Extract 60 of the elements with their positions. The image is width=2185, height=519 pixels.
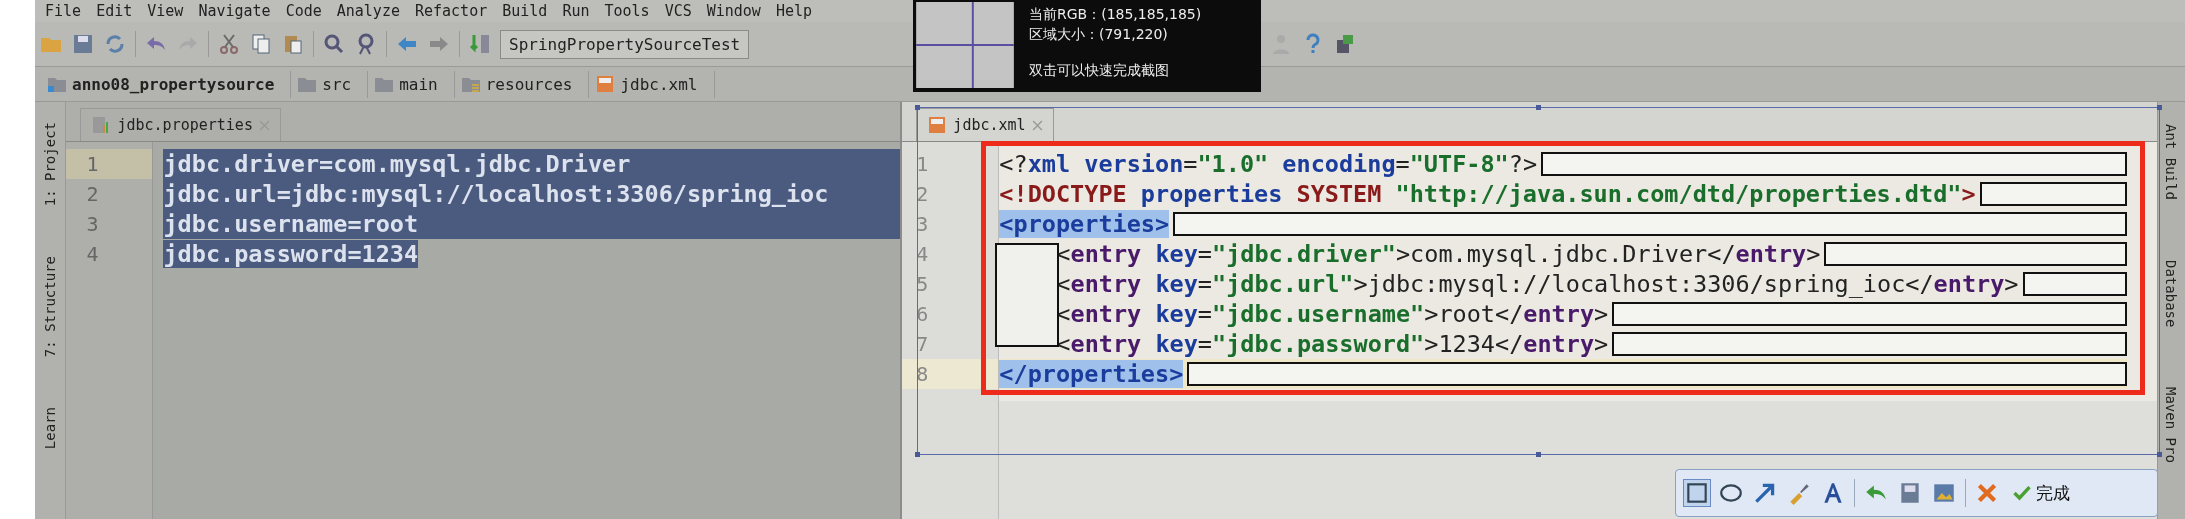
- xml-file-icon: [927, 115, 948, 135]
- menu-item[interactable]: Analyze: [336, 2, 400, 20]
- magnifier-crosshair-icon: [915, 2, 1015, 88]
- tool-window-tab[interactable]: 7: Structure: [42, 256, 59, 358]
- menu-item[interactable]: Navigate: [198, 2, 271, 20]
- tooltip-text: 双击可以快速完成截图: [1029, 61, 1170, 80]
- tooltip-text: 当前RGB：(185,185,185): [1029, 5, 1202, 24]
- tool-window-tab[interactable]: Ant Build: [2163, 124, 2180, 200]
- module-folder-icon: [47, 75, 67, 93]
- folder-icon: [374, 75, 395, 93]
- line-number: 2: [85, 181, 100, 208]
- menu-item[interactable]: Code: [285, 2, 322, 20]
- rectangle-tool-icon[interactable]: [1684, 480, 1710, 506]
- menu-item[interactable]: Tools: [604, 2, 650, 20]
- tool-window-tab[interactable]: 1: Project: [42, 122, 59, 207]
- tool-window-tab[interactable]: Database: [2163, 259, 2180, 328]
- menu-item[interactable]: Run: [562, 2, 590, 20]
- menu-item[interactable]: Refactor: [414, 2, 488, 20]
- menu-item[interactable]: View: [147, 2, 184, 20]
- breadcrumb-item[interactable]: src: [291, 70, 369, 98]
- line-number: 4: [85, 241, 100, 268]
- editor-tab[interactable]: jdbc.properties: [80, 108, 281, 141]
- line-number: 1: [66, 149, 153, 179]
- menu-item[interactable]: Edit: [96, 2, 133, 20]
- breadcrumb-item[interactable]: main: [368, 70, 455, 98]
- folder-icon: [297, 75, 318, 93]
- line-number: 5: [915, 271, 930, 298]
- breadcrumb-item[interactable]: anno08_propertysource: [41, 70, 292, 98]
- line-number: 7: [915, 331, 930, 358]
- xml-file-icon: [595, 75, 616, 93]
- breadcrumb-item[interactable]: resources: [454, 70, 590, 98]
- breadcrumb-item[interactable]: jdbc.xml: [589, 70, 715, 98]
- menu-item[interactable]: VCS: [664, 2, 692, 20]
- line-number: 3: [85, 211, 100, 238]
- menu-item[interactable]: Help: [775, 2, 813, 20]
- code-line: <?xml version="1.0" encoding="UTF-8"?>: [999, 149, 1538, 179]
- scissors-icon[interactable]: [217, 32, 241, 56]
- line-number: 8: [902, 359, 999, 389]
- resources-folder-icon: [460, 75, 481, 93]
- run-configuration-dropdown[interactable]: SpringPropertySourceTest: [500, 29, 750, 59]
- line-number: 4: [915, 241, 930, 268]
- line-number: 2: [915, 181, 930, 208]
- tooltip-text: 区域大小：(791,220): [1029, 25, 1169, 44]
- done-button[interactable]: 完成: [2008, 479, 2074, 507]
- code-line: <!DOCTYPE properties SYSTEM "http://java.sun.com/dtd/properties.dtd">: [999, 179, 1976, 209]
- search-icon[interactable]: [322, 32, 346, 56]
- tool-window-tab[interactable]: Learn: [42, 407, 59, 450]
- editor-tab[interactable]: jdbc.xml: [916, 108, 1054, 141]
- menu-item[interactable]: Build: [502, 2, 548, 20]
- copy-icon[interactable]: [249, 32, 273, 56]
- menu-item[interactable]: Window: [706, 2, 761, 20]
- close-icon[interactable]: [1031, 119, 1043, 131]
- line-number: 3: [915, 211, 930, 238]
- line-number: 6: [915, 301, 930, 328]
- capture-selection-frame[interactable]: [917, 107, 2160, 455]
- menu-item[interactable]: File: [45, 2, 82, 20]
- line-number: 1: [915, 151, 930, 178]
- tool-window-tab[interactable]: Maven Pro: [2163, 387, 2180, 464]
- save-icon[interactable]: [71, 32, 95, 56]
- checkmark-icon: [2012, 483, 2032, 503]
